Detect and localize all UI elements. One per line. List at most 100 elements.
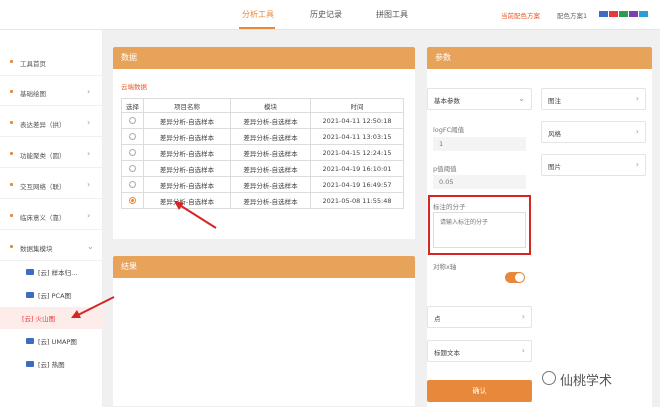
row-radio-selected[interactable] xyxy=(129,197,136,204)
title-text-dropdown[interactable]: 标题文本 › xyxy=(427,340,532,362)
table-row[interactable]: 差异分析-自选样本 差异分析-自选样本 2021-05-08 11:55:48 xyxy=(121,192,404,209)
column-header: 时间 xyxy=(310,98,404,113)
style-dropdown[interactable]: 风格 › xyxy=(541,121,646,143)
active-tab-indicator xyxy=(239,27,275,29)
table-row[interactable]: 差异分析-自选样本 差异分析-自选样本 2021-04-15 12:24:15 xyxy=(121,144,404,161)
label-genes-label: 标注的分子 xyxy=(433,203,466,211)
cloud-file-icon xyxy=(26,361,34,367)
sidebar-subitem-sample[interactable]: [云] 样本归... xyxy=(0,261,103,283)
column-header: 项目名称 xyxy=(143,98,231,113)
confirm-button[interactable]: 确认 xyxy=(427,380,532,402)
sidebar: 工具首页 基础绘图 › 表达差异（拱） › 功能聚类（圆） › 交互网络（联） … xyxy=(0,30,103,407)
bullet-icon xyxy=(10,90,13,93)
wechat-icon xyxy=(542,371,556,385)
arrow-annotation-icon xyxy=(174,201,217,229)
row-radio[interactable] xyxy=(129,181,136,188)
column-header: 选择 xyxy=(121,98,144,113)
table-row[interactable]: 差异分析-自选样本 差异分析-自选样本 2021-04-19 16:10:01 xyxy=(121,160,404,177)
p-threshold-input[interactable]: 0.05 xyxy=(433,175,526,189)
bullet-icon xyxy=(10,121,13,124)
sidebar-item-clinical[interactable]: 临床意义（靠） › xyxy=(0,204,103,230)
label-genes-textarea[interactable] xyxy=(433,212,526,248)
table-row[interactable]: 差异分析-自选样本 差异分析-自选样本 2021-04-11 12:50:18 xyxy=(121,112,404,129)
chevron-right-icon: › xyxy=(635,127,639,136)
table-row[interactable]: 差异分析-自选样本 差异分析-自选样本 2021-04-19 16:49:57 xyxy=(121,176,404,193)
bullet-icon xyxy=(10,214,13,217)
current-scheme-link[interactable]: 当前配色方案 xyxy=(501,10,540,20)
tab-history[interactable]: 历史记录 xyxy=(310,9,342,20)
top-bar: 分析工具 历史记录 拼图工具 当前配色方案 配色方案1 xyxy=(0,0,660,30)
data-table: 选择 项目名称 模块 时间 差异分析-自选样本 差异分析-自选样本 2021-0… xyxy=(121,98,404,209)
sidebar-item-label: 工具首页 xyxy=(20,60,46,68)
sidebar-item-expression[interactable]: 表达差异（拱） › xyxy=(0,111,103,137)
project-name-cell: 差异分析-自选样本 xyxy=(143,144,231,161)
module-cell: 差异分析-自选样本 xyxy=(230,192,311,209)
time-cell: 2021-04-15 12:24:15 xyxy=(310,144,404,161)
chevron-right-icon: › xyxy=(635,94,639,103)
sidebar-item-label: 基础绘图 xyxy=(20,90,46,98)
dropdown-label: 图注 xyxy=(548,97,561,105)
sidebar-item-label: 数据集模块 xyxy=(20,245,53,253)
tab-analysis-tools[interactable]: 分析工具 xyxy=(242,9,274,20)
tab-collage-tools[interactable]: 拼图工具 xyxy=(376,9,408,20)
time-cell: 2021-04-11 12:50:18 xyxy=(310,112,404,129)
logfc-label: logFC阈值 xyxy=(433,126,465,134)
sidebar-subitem-label: [云] PCA图 xyxy=(38,292,72,300)
project-name-cell: 差异分析-自选样本 xyxy=(143,160,231,177)
symmetric-x-toggle[interactable] xyxy=(505,272,525,283)
dropdown-label: 风格 xyxy=(548,130,561,138)
chevron-down-icon: ⌄ xyxy=(87,242,94,251)
module-cell: 差异分析-自选样本 xyxy=(230,112,311,129)
arrow-annotation-icon xyxy=(71,296,115,318)
sidebar-subitem-label: [云] 热图 xyxy=(38,361,65,369)
time-cell: 2021-04-19 16:10:01 xyxy=(310,160,404,177)
sidebar-item-basic-plot[interactable]: 基础绘图 › xyxy=(0,80,103,106)
dropdown-label: 点 xyxy=(434,315,441,323)
toggle-knob xyxy=(515,273,524,282)
cloud-file-icon xyxy=(26,292,34,298)
dropdown-label: 基本参数 xyxy=(434,97,460,105)
sidebar-subitem-umap[interactable]: [云] UMAP图 xyxy=(0,330,103,352)
row-radio[interactable] xyxy=(129,165,136,172)
column-header: 模块 xyxy=(230,98,311,113)
chevron-right-icon: › xyxy=(87,180,91,189)
project-name-cell: 差异分析-自选样本 xyxy=(143,176,231,193)
sidebar-item-dataset[interactable]: 数据集模块 ⌄ xyxy=(0,235,103,261)
swatch xyxy=(609,11,618,17)
point-dropdown[interactable]: 点 › xyxy=(427,306,532,328)
chevron-down-icon: ⌄ xyxy=(518,94,525,103)
param-panel-title: 参数 xyxy=(427,47,652,69)
bullet-icon xyxy=(10,152,13,155)
cloud-file-icon xyxy=(26,269,34,275)
sidebar-item-label: 临床意义（靠） xyxy=(20,214,66,222)
time-cell: 2021-04-11 13:03:15 xyxy=(310,128,404,145)
sidebar-subitem-label: [云] 火山图 xyxy=(22,315,56,323)
swatch xyxy=(629,11,638,17)
sidebar-item-label: 交互网络（联） xyxy=(20,183,66,191)
row-radio[interactable] xyxy=(129,149,136,156)
chevron-right-icon: › xyxy=(87,87,91,96)
image-dropdown[interactable]: 图片 › xyxy=(541,154,646,176)
scheme-selector[interactable]: 配色方案1 xyxy=(557,10,587,20)
sidebar-subitem-heatmap[interactable]: [云] 热图 xyxy=(0,353,103,375)
bullet-icon xyxy=(10,60,13,63)
chevron-right-icon: › xyxy=(635,160,639,169)
sidebar-item-clustering[interactable]: 功能聚类（圆） › xyxy=(0,142,103,168)
data-panel-title: 数据 xyxy=(113,47,415,69)
cloud-file-icon xyxy=(26,338,34,344)
annotation-dropdown[interactable]: 图注 › xyxy=(541,88,646,110)
sidebar-item-network[interactable]: 交互网络（联） › xyxy=(0,173,103,199)
row-radio[interactable] xyxy=(129,117,136,124)
color-swatches[interactable] xyxy=(599,11,648,17)
time-cell: 2021-04-19 16:49:57 xyxy=(310,176,404,193)
chevron-right-icon: › xyxy=(521,346,525,355)
sidebar-item-home[interactable]: 工具首页 xyxy=(0,50,103,76)
basic-params-dropdown[interactable]: 基本参数 ⌄ xyxy=(427,88,532,110)
row-radio[interactable] xyxy=(129,133,136,140)
table-row[interactable]: 差异分析-自选样本 差异分析-自选样本 2021-04-11 13:03:15 xyxy=(121,128,404,145)
p-threshold-label: p值阈值 xyxy=(433,165,457,173)
logfc-input[interactable]: 1 xyxy=(433,137,526,151)
cloud-data-link[interactable]: 云端数据 xyxy=(121,81,147,91)
swatch xyxy=(619,11,628,17)
project-name-cell: 差异分析-自选样本 xyxy=(143,128,231,145)
